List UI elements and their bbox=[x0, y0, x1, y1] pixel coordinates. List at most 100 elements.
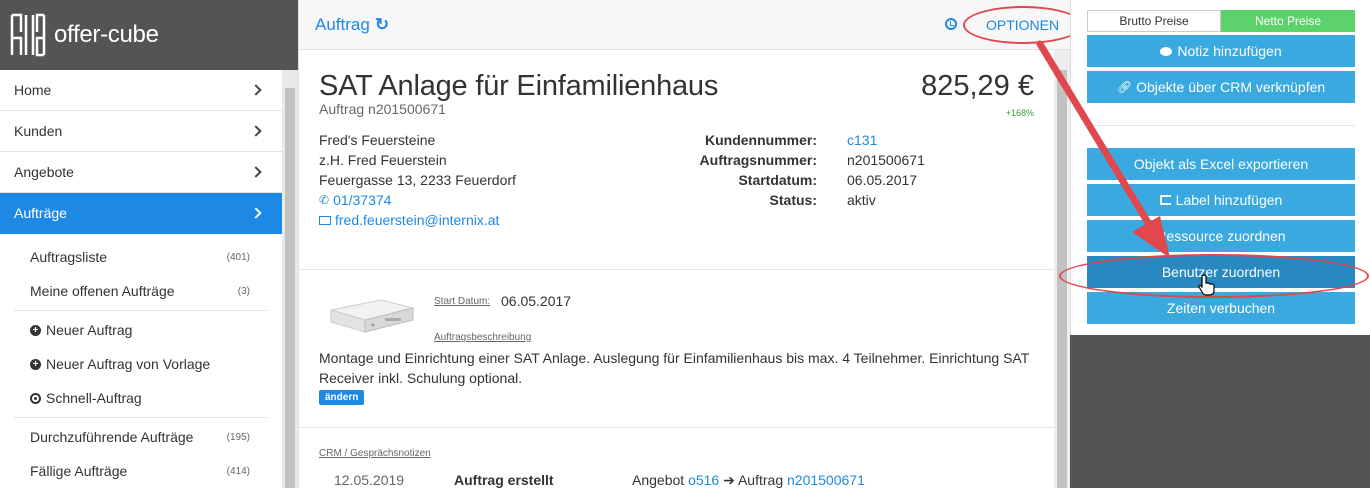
meta-row: Auftragsnummer: n201500671 bbox=[689, 150, 925, 170]
meta-key: Auftragsnummer: bbox=[699, 152, 817, 168]
sidebar-item-kunden[interactable]: Kunden bbox=[0, 111, 282, 152]
assign-resource-button[interactable]: Ressource zuordnen bbox=[1087, 220, 1355, 252]
phone-icon: ✆ bbox=[319, 193, 330, 207]
sidebar-item-angebote[interactable]: Angebote bbox=[0, 152, 282, 193]
order-meta: Kundennummer: c131 Auftragsnummer: n2015… bbox=[689, 130, 925, 210]
customer-number-link[interactable]: c131 bbox=[847, 130, 877, 150]
order-link[interactable]: n201500671 bbox=[787, 472, 865, 488]
button-label: Objekt als Excel exportieren bbox=[1133, 156, 1309, 172]
order-price: 825,29 € bbox=[921, 70, 1034, 102]
button-label: Zeiten verbuchen bbox=[1166, 300, 1276, 316]
email-link[interactable]: fred.feuerstein@internix.at bbox=[319, 210, 516, 230]
meta-key: Startdatum: bbox=[738, 172, 817, 188]
sidebar-item-home[interactable]: Home bbox=[0, 70, 282, 111]
button-label: Ressource zuordnen bbox=[1156, 228, 1286, 244]
count-badge: (414) bbox=[226, 465, 250, 477]
edit-button[interactable]: ändern bbox=[319, 390, 365, 405]
contact-name: z.H. Fred Feuerstein bbox=[319, 152, 447, 168]
dot-circle-icon bbox=[30, 392, 41, 404]
price-toggle: Brutto Preise Netto Preise bbox=[1087, 10, 1355, 32]
sidebar-subitem-auftragsliste[interactable]: Auftragsliste (401) bbox=[0, 240, 282, 274]
envelope-icon bbox=[319, 215, 331, 225]
order-description: Start Datum: 06.05.2017 Auftragsbeschrei… bbox=[299, 270, 1054, 428]
count-badge: (3) bbox=[237, 285, 250, 297]
order-number: Auftrag n201500671 bbox=[319, 101, 446, 117]
sidebar-subitem-label: Schnell-Auftrag bbox=[46, 390, 142, 406]
price-change: +168% bbox=[1005, 108, 1034, 118]
crm-label: CRM / Gesprächsnotizen bbox=[319, 448, 431, 459]
sidebar-subitem-label: Durchzuführende Aufträge bbox=[30, 429, 194, 445]
sidebar-item-label: Angebote bbox=[14, 164, 74, 180]
sidebar-scrollbar[interactable] bbox=[282, 70, 298, 488]
sidebar-item-label: Kunden bbox=[14, 123, 63, 139]
meta-value: n201500671 bbox=[847, 152, 925, 168]
add-note-button[interactable]: Notiz hinzufügen bbox=[1087, 35, 1355, 67]
history-icon[interactable] bbox=[945, 18, 957, 30]
add-label-button[interactable]: Label hinzufügen bbox=[1087, 184, 1355, 216]
sidebar-subitem-label: Auftragsliste bbox=[30, 249, 108, 265]
chevron-right-icon bbox=[250, 207, 262, 219]
description-label: Auftragsbeschreibung bbox=[434, 332, 532, 343]
sidebar-subitem-neuer-auftrag-vorlage[interactable]: + Neuer Auftrag von Vorlage bbox=[0, 347, 282, 381]
button-label: Label hinzufügen bbox=[1175, 192, 1283, 208]
meta-key: Kundennummer: bbox=[705, 132, 817, 148]
sidebar-subitem-label: Fällige Aufträge bbox=[30, 463, 128, 479]
sidebar-subitem-faellige[interactable]: Fällige Aufträge (414) bbox=[0, 454, 282, 488]
start-date-label: Start Datum: bbox=[434, 296, 491, 307]
export-excel-button[interactable]: Objekt als Excel exportieren bbox=[1087, 148, 1355, 180]
link-crm-button[interactable]: 🔗︎ Objekte über CRM verknüpfen bbox=[1087, 71, 1355, 103]
refresh-icon[interactable]: ↻ bbox=[375, 15, 389, 35]
sidebar-subitem-durchzufuehrende[interactable]: Durchzuführende Aufträge (195) bbox=[0, 420, 282, 454]
description-text: Montage und Einrichtung einer SAT Anlage… bbox=[319, 350, 1030, 386]
flag-icon bbox=[1159, 195, 1171, 205]
meta-row: Status: aktiv bbox=[689, 190, 925, 210]
sidebar-subitem-neuer-auftrag[interactable]: + Neuer Auftrag bbox=[0, 313, 282, 347]
sidebar-item-label: Aufträge bbox=[14, 205, 67, 221]
start-date-value: 06.05.2017 bbox=[501, 293, 572, 309]
highlight-ring bbox=[963, 6, 1083, 44]
crm-notes: CRM / Gesprächsnotizen 12.05.2019 Auftra… bbox=[299, 428, 1054, 488]
plus-circle-icon: + bbox=[30, 324, 41, 336]
sidebar-submenu: Auftragsliste (401) Meine offenen Aufträ… bbox=[0, 234, 282, 488]
button-label: Objekte über CRM verknüpfen bbox=[1136, 79, 1326, 95]
main-nav: Home Kunden Angebote Aufträge Auftragsli… bbox=[0, 70, 282, 488]
app-window: offer-cube Home Kunden Angebote Aufträge bbox=[0, 0, 1370, 488]
sidebar-subitem-schnell-auftrag[interactable]: Schnell-Auftrag bbox=[0, 381, 282, 415]
crm-action: Auftrag erstellt bbox=[454, 472, 554, 488]
offer-link[interactable]: o516 bbox=[688, 472, 719, 488]
sidebar: offer-cube Home Kunden Angebote Aufträge bbox=[0, 0, 298, 488]
email-address: fred.feuerstein@internix.at bbox=[335, 212, 500, 228]
options-panel-inner: Brutto Preise Netto Preise Notiz hinzufü… bbox=[1059, 0, 1370, 335]
sidebar-item-label: Home bbox=[14, 82, 52, 98]
customer-address: Fred's Feuersteine z.H. Fred Feuerstein … bbox=[319, 130, 516, 230]
chevron-right-icon bbox=[250, 84, 262, 96]
sidebar-item-auftraege[interactable]: Aufträge bbox=[0, 193, 282, 234]
chevron-right-icon bbox=[250, 166, 262, 178]
logo-icon bbox=[8, 11, 48, 59]
hand-cursor-icon bbox=[1198, 274, 1215, 296]
brutto-toggle[interactable]: Brutto Preise bbox=[1087, 10, 1221, 32]
button-label: Notiz hinzufügen bbox=[1177, 43, 1282, 59]
order-header: SAT Anlage für Einfamilienhaus Auftrag n… bbox=[299, 50, 1054, 270]
page-title-text: Auftrag bbox=[315, 14, 370, 34]
crm-date: 12.05.2019 bbox=[334, 472, 405, 488]
crm-offer-text: Angebot bbox=[632, 472, 685, 488]
count-badge: (195) bbox=[226, 431, 250, 443]
phone-number: 01/37374 bbox=[333, 192, 392, 208]
scrollbar-thumb[interactable] bbox=[285, 88, 295, 488]
divider bbox=[14, 417, 268, 418]
sidebar-subitem-meine-offenen[interactable]: Meine offenen Aufträge (3) bbox=[0, 274, 282, 308]
comment-icon bbox=[1160, 46, 1173, 56]
brand-name: offer-cube bbox=[54, 21, 159, 48]
main-content: Auftrag ↻ OPTIONEN SAT Anlage für Einfam… bbox=[298, 0, 1083, 488]
brand-bar[interactable]: offer-cube bbox=[0, 0, 298, 70]
netto-toggle[interactable]: Netto Preise bbox=[1221, 10, 1355, 32]
company-name: Fred's Feuersteine bbox=[319, 132, 436, 148]
meta-key: Status: bbox=[769, 192, 817, 208]
crm-detail: Angebot o516 ➔ Auftrag n201500671 bbox=[632, 472, 865, 488]
product-image bbox=[330, 299, 414, 333]
options-panel: Brutto Preise Netto Preise Notiz hinzufü… bbox=[1059, 0, 1370, 488]
crm-row: 12.05.2019 Auftrag erstellt Angebot o516… bbox=[334, 472, 1054, 488]
sidebar-subitem-label: Meine offenen Aufträge bbox=[30, 283, 175, 299]
phone-link[interactable]: ✆ 01/37374 bbox=[319, 190, 516, 210]
